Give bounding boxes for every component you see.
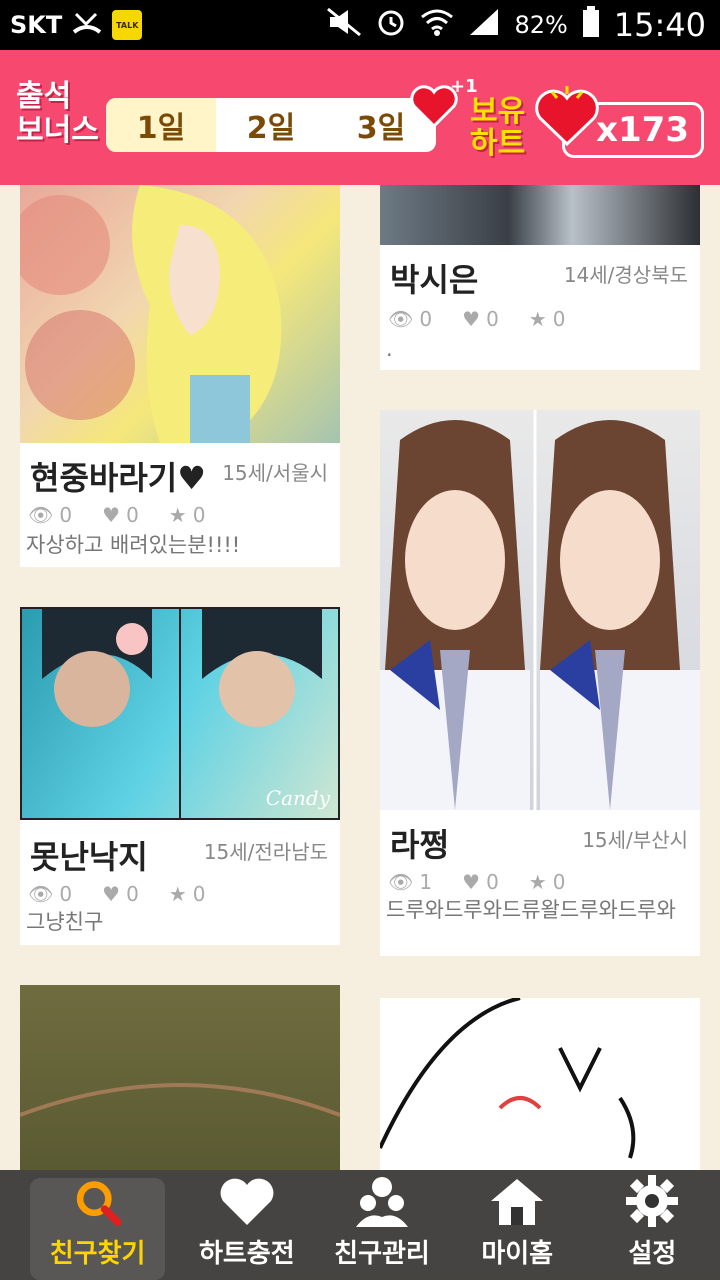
eye-icon: 👁 xyxy=(28,882,54,906)
profile-photo xyxy=(380,185,700,245)
wifi-icon xyxy=(420,7,454,43)
heart-icon xyxy=(220,1178,274,1225)
status-bar: SKT TALK 82% 15:40 xyxy=(0,0,720,50)
nav-friend-manage[interactable]: 친구관리 xyxy=(314,1170,449,1280)
profile-card[interactable]: 현중바라기♥ 15세/서울시 👁 0 ♥ 0 ★ 0 자상하고 배려있는분!!!! xyxy=(20,185,340,567)
heart-count-stat: ♥ 0 xyxy=(462,307,499,331)
battery-icon xyxy=(582,6,600,44)
battery-text: 82% xyxy=(514,11,568,39)
eye-icon: 👁 xyxy=(28,503,54,527)
profile-photo xyxy=(380,410,700,810)
profile-name: 박시은 xyxy=(390,261,479,299)
profile-name: 라쩡 xyxy=(390,826,449,864)
attendance-bonus-bar: 출석 보너스 1일 2일 3일 +1 보유 하트 x173 xyxy=(0,50,720,185)
nav-label: 설정 xyxy=(628,1239,677,1269)
nav-settings[interactable]: 설정 xyxy=(585,1170,720,1280)
plus-one-heart-icon: +1 xyxy=(408,76,478,136)
nav-label: 하트충전 xyxy=(198,1239,295,1269)
star-icon: ★ xyxy=(168,503,187,527)
star-count: ★ 0 xyxy=(168,882,206,906)
held-hearts-label: 보유 하트 xyxy=(470,94,526,161)
star-count: ★ 0 xyxy=(528,307,566,331)
profile-card[interactable]: 박시은 14세/경상북도 👁 0 ♥ 0 ★ 0 . xyxy=(380,185,700,370)
eye-icon: 👁 xyxy=(388,307,414,331)
search-icon xyxy=(76,1181,122,1227)
star-icon: ★ xyxy=(168,882,187,906)
profile-card[interactable]: 라쩡 15세/부산시 👁 1 ♥ 0 ★ 0 드루와드루와드류왈드루와드루와 xyxy=(380,410,700,956)
nav-label: 친구관리 xyxy=(334,1239,430,1269)
profile-desc: . xyxy=(386,337,393,361)
view-count: 👁 0 xyxy=(28,882,73,906)
nav-find-friends[interactable]: 친구찾기 xyxy=(30,1178,166,1280)
day-1: 1일 xyxy=(106,98,216,152)
day-2: 2일 xyxy=(246,111,296,146)
clock-time: 15:40 xyxy=(613,6,706,44)
profile-meta: 15세/서울시 xyxy=(222,461,328,485)
nav-label: 마이홈 xyxy=(481,1239,554,1269)
big-heart-icon xyxy=(532,82,602,152)
heart-count-stat: ♥ 0 xyxy=(102,882,139,906)
nav-label: 친구찾기 xyxy=(49,1239,146,1269)
profile-desc: 자상하고 배려있는분!!!! xyxy=(26,533,241,557)
profile-meta: 15세/부산시 xyxy=(582,828,688,852)
candy-watermark: Candy xyxy=(265,786,330,810)
view-count: 👁 1 xyxy=(388,870,433,894)
kakaotalk-label: TALK xyxy=(116,20,139,30)
profile-desc: 그냥친구 xyxy=(26,910,104,934)
friends-icon xyxy=(356,1177,408,1227)
attendance-days: 1일 2일 3일 xyxy=(106,98,436,152)
heart-icon: ♥ xyxy=(102,882,121,906)
carrier-label: SKT xyxy=(10,11,63,39)
star-count: ★ 0 xyxy=(528,870,566,894)
profile-meta: 14세/경상북도 xyxy=(563,263,688,287)
profile-photo xyxy=(380,998,700,1170)
star-icon: ★ xyxy=(528,870,547,894)
signal-icon xyxy=(468,7,500,43)
heart-icon: ♥ xyxy=(462,870,481,894)
profile-photo: Candy xyxy=(20,607,340,820)
star-icon: ★ xyxy=(528,307,547,331)
star-count: ★ 0 xyxy=(168,503,206,527)
view-count: 👁 0 xyxy=(388,307,433,331)
bottom-nav: 친구찾기 하트충전 친구관리 마이홈 설정 xyxy=(0,1170,720,1280)
profile-name: 현중바라기♥ xyxy=(30,459,206,497)
profile-photo xyxy=(20,985,340,1170)
home-icon xyxy=(491,1179,544,1225)
profile-stats: 👁 1 ♥ 0 ★ 0 xyxy=(388,870,565,894)
profile-meta: 15세/전라남도 xyxy=(203,840,328,864)
profile-stats: 👁 0 ♥ 0 ★ 0 xyxy=(388,307,565,331)
heart-count-stat: ♥ 0 xyxy=(462,870,499,894)
kakaotalk-icon: TALK xyxy=(112,10,143,40)
gear-icon xyxy=(626,1175,679,1227)
profile-card[interactable] xyxy=(20,985,340,1170)
view-count: 👁 0 xyxy=(28,503,73,527)
profile-stats: 👁 0 ♥ 0 ★ 0 xyxy=(28,882,205,906)
profile-photo xyxy=(20,185,340,443)
eye-icon: 👁 xyxy=(388,870,414,894)
mute-icon xyxy=(326,7,362,43)
profile-card[interactable] xyxy=(380,998,700,1170)
profile-card[interactable]: Candy 못난낙지 15세/전라남도 👁 0 ♥ 0 ★ 0 그냥친구 xyxy=(20,607,340,945)
profile-name: 못난낙지 xyxy=(30,838,148,876)
nav-heart-charge[interactable]: 하트충전 xyxy=(179,1170,314,1280)
heart-count: x173 xyxy=(596,110,689,150)
attendance-bonus-title: 출석 보너스 xyxy=(16,79,99,148)
missed-call-icon xyxy=(72,8,102,42)
heart-count-stat: ♥ 0 xyxy=(102,503,139,527)
heart-icon: ♥ xyxy=(102,503,121,527)
alarm-icon xyxy=(376,7,406,43)
profile-desc: 드루와드루와드류왈드루와드루와 xyxy=(386,898,676,922)
nav-my-home[interactable]: 마이홈 xyxy=(450,1170,585,1280)
profile-stats: 👁 0 ♥ 0 ★ 0 xyxy=(28,503,205,527)
heart-icon: ♥ xyxy=(462,307,481,331)
